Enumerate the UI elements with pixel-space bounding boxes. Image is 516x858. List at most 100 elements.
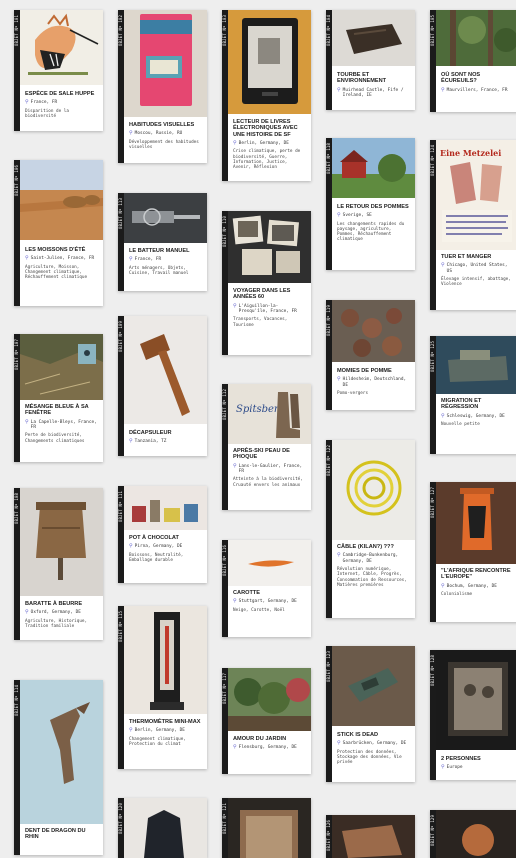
object-card[interactable]: OBJET Nº 101 Espèce de sale huppe ⚲ Franc… (14, 10, 103, 131)
card-location: ⚲ Flensburg, Germany, DE (233, 744, 297, 751)
card-tags: Révolution numérique, Internet, Câble, P… (337, 567, 407, 588)
object-image (332, 440, 415, 540)
object-card[interactable]: OBJET Nº 117 Amour du jardin ⚲ Flensburg,… (222, 668, 311, 774)
object-image (228, 211, 311, 283)
card-title[interactable]: Les moissons d'été (25, 247, 99, 253)
card-tags: Agriculture, Historique, Tradition famil… (25, 618, 88, 629)
card-location: ⚲ Oxford, Germany, DE (25, 609, 81, 616)
card-title[interactable]: Le batteur manuel (129, 248, 203, 254)
card-title[interactable]: Pot à chocolat (129, 535, 203, 541)
object-card[interactable]: OBJET Nº 124 Eine Metzelei Tuer et mange… (430, 140, 516, 310)
card-title[interactable]: Après-ski peau de phoque (233, 448, 307, 461)
card-title[interactable]: Habitudes visuelles (129, 122, 203, 128)
object-card[interactable]: OBJET Nº 104 Tourbe et environnement ⚲ Mu… (326, 10, 415, 110)
card-title[interactable]: Lecteur de livres électroniques avec une… (233, 119, 307, 138)
object-card[interactable]: OBJET Nº 118 Le retour des pommes ⚲ Sveri… (326, 138, 415, 270)
card-tags: Développement des habitudes visuelles (129, 139, 199, 150)
object-image (436, 650, 516, 750)
object-image: Eine Metzelei (436, 140, 516, 250)
card-location: ⚲ La Capelle-Bleys, France, FR (25, 418, 97, 430)
card-title[interactable]: Momies de pomme (337, 368, 411, 374)
object-card[interactable]: OBJET Nº 114 Dent de dragon du Rhin (14, 680, 103, 855)
object-image (228, 10, 311, 114)
card-title[interactable]: "L'Afrique rencontre l'Europe" (441, 568, 515, 581)
object-card[interactable]: OBJET Nº 127 "L'Afrique rencontre l'Euro… (430, 482, 516, 622)
card-location: ⚲ France, FR (129, 256, 162, 263)
object-image (436, 336, 516, 394)
card-tags: Atteinte à la biodiversité, Cruauté enve… (233, 477, 303, 488)
object-image (332, 815, 415, 858)
object-card[interactable]: OBJET Nº 129 (430, 810, 516, 858)
card-title[interactable]: Thermomètre mini-max (129, 719, 203, 725)
object-card[interactable]: OBJET Nº 119 Momies de pomme ⚲ Hildesheim… (326, 300, 415, 410)
card-location: ⚲ Saint-Julien, France, FR (25, 255, 95, 262)
card-tags: Boissons, Neutralité, Emballage durable (129, 552, 184, 563)
card-title[interactable]: Stick is dead (337, 732, 411, 738)
card-location: ⚲ Bochum, Germany, DE (441, 582, 497, 589)
card-location: ⚲ Schleswig, Germany, DE (441, 412, 505, 419)
object-card[interactable]: OBJET Nº 125 Migration et régression ⚲ Sc… (430, 336, 516, 454)
card-title[interactable]: Tourbe et environnement (337, 72, 411, 85)
location-pin-icon: ⚲ (129, 727, 133, 734)
card-title[interactable]: Migration et régression (441, 398, 515, 411)
object-image (124, 606, 207, 714)
object-card[interactable]: OBJET Nº 126 (326, 815, 415, 858)
object-card[interactable]: OBJET Nº 121 (222, 798, 311, 858)
location-pin-icon: ⚲ (233, 302, 237, 309)
card-title[interactable]: Câble (Kilan?) ??? (337, 544, 411, 550)
card-tags: Transports, Vacances, Tourisme (233, 317, 288, 328)
location-pin-icon: ⚲ (441, 262, 445, 269)
card-title[interactable]: Dent de dragon du Rhin (25, 828, 99, 841)
card-tags: Colonialisme (441, 592, 473, 597)
object-card[interactable]: OBJET Nº 106 Les moissons d'été ⚲ Saint-J… (14, 160, 103, 306)
object-image (436, 482, 516, 564)
object-card[interactable]: OBJET Nº 102 Habitudes visuelles ⚲ Moscou… (118, 10, 207, 163)
card-location: ⚲ Lans-le-Gaulier, France, FR (233, 462, 303, 474)
card-title[interactable]: Le retour des pommes (337, 204, 411, 210)
object-card[interactable]: OBJET Nº 110 Voyager dans les années 60 … (222, 211, 311, 355)
object-image (332, 10, 415, 66)
card-title[interactable]: Baratte à beurre (25, 601, 99, 607)
object-card[interactable]: OBJET Nº 115 Thermomètre mini-max ⚲ Berli… (118, 606, 207, 769)
location-pin-icon: ⚲ (129, 543, 133, 550)
card-title[interactable]: 2 personnes (441, 756, 515, 762)
card-title[interactable]: Carotte (233, 590, 307, 596)
object-card[interactable]: OBJET Nº 107 Mésange bleue à sa fenêtre … (14, 334, 103, 462)
object-card[interactable]: OBJET Nº 105 Où sont nos écureuils? ⚲ Mau… (430, 10, 516, 112)
card-title[interactable]: Amour du jardin (233, 736, 307, 742)
location-pin-icon: ⚲ (25, 255, 29, 262)
card-title[interactable]: Voyager dans les années 60 (233, 288, 307, 301)
object-card[interactable]: OBJET Nº 113 Le batteur manuel ⚲ France, … (118, 193, 207, 291)
object-card[interactable]: OBJET Nº 123 Stick is dead ⚲ Saarbrücken,… (326, 646, 415, 782)
card-title[interactable]: Où sont nos écureuils? (441, 72, 515, 85)
location-pin-icon: ⚲ (129, 438, 133, 445)
card-tags: Protection des données, Stockage des don… (337, 749, 402, 766)
object-card[interactable]: OBJET Nº 109 Décapsuleur ⚲ Tanzania, TZ (118, 316, 207, 456)
object-card[interactable]: OBJET Nº 103 Lecteur de livres électroni… (222, 10, 311, 181)
object-card[interactable]: OBJET Nº 111 Pot à chocolat ⚲ Pirna, Germ… (118, 486, 207, 583)
object-card[interactable]: OBJET Nº 120 (118, 798, 207, 858)
card-title[interactable]: Espèce de sale huppe (25, 91, 99, 97)
object-image (332, 300, 415, 362)
object-card[interactable]: OBJET Nº 128 2 personnes ⚲ Europe (430, 650, 516, 780)
card-location: ⚲ Stuttgart, Germany, DE (233, 598, 297, 605)
object-card[interactable]: OBJET Nº 122 Câble (Kilan?) ??? ⚲ Cambrid… (326, 440, 415, 618)
card-tags: Agriculture, Moisson, Changement climati… (25, 264, 88, 281)
card-tags: Nouvelle petite (441, 422, 480, 427)
location-pin-icon: ⚲ (233, 462, 237, 469)
object-card[interactable]: OBJET Nº 108 Baratte à beurre ⚲ Oxford, G… (14, 488, 103, 640)
object-image (436, 10, 516, 66)
location-pin-icon: ⚲ (441, 582, 445, 589)
card-title[interactable]: Tuer et manger (441, 254, 515, 260)
card-location: ⚲ Sverige, SE (337, 212, 372, 219)
card-location: ⚲ Hildesheim, Deutschland, DE (337, 376, 407, 388)
svg-text:Eine Metzelei: Eine Metzelei (440, 148, 501, 158)
card-title[interactable]: Décapsuleur (129, 430, 203, 436)
object-image (124, 798, 207, 858)
object-image (228, 668, 311, 731)
location-pin-icon: ⚲ (25, 418, 29, 425)
card-title[interactable]: Mésange bleue à sa fenêtre (25, 404, 99, 417)
object-card[interactable]: OBJET Nº 112 Spitsberg Après-ski peau de… (222, 384, 311, 510)
object-card[interactable]: OBJET Nº 116 Carotte ⚲ Stuttgart, Germany… (222, 540, 311, 637)
location-pin-icon: ⚲ (233, 598, 237, 605)
